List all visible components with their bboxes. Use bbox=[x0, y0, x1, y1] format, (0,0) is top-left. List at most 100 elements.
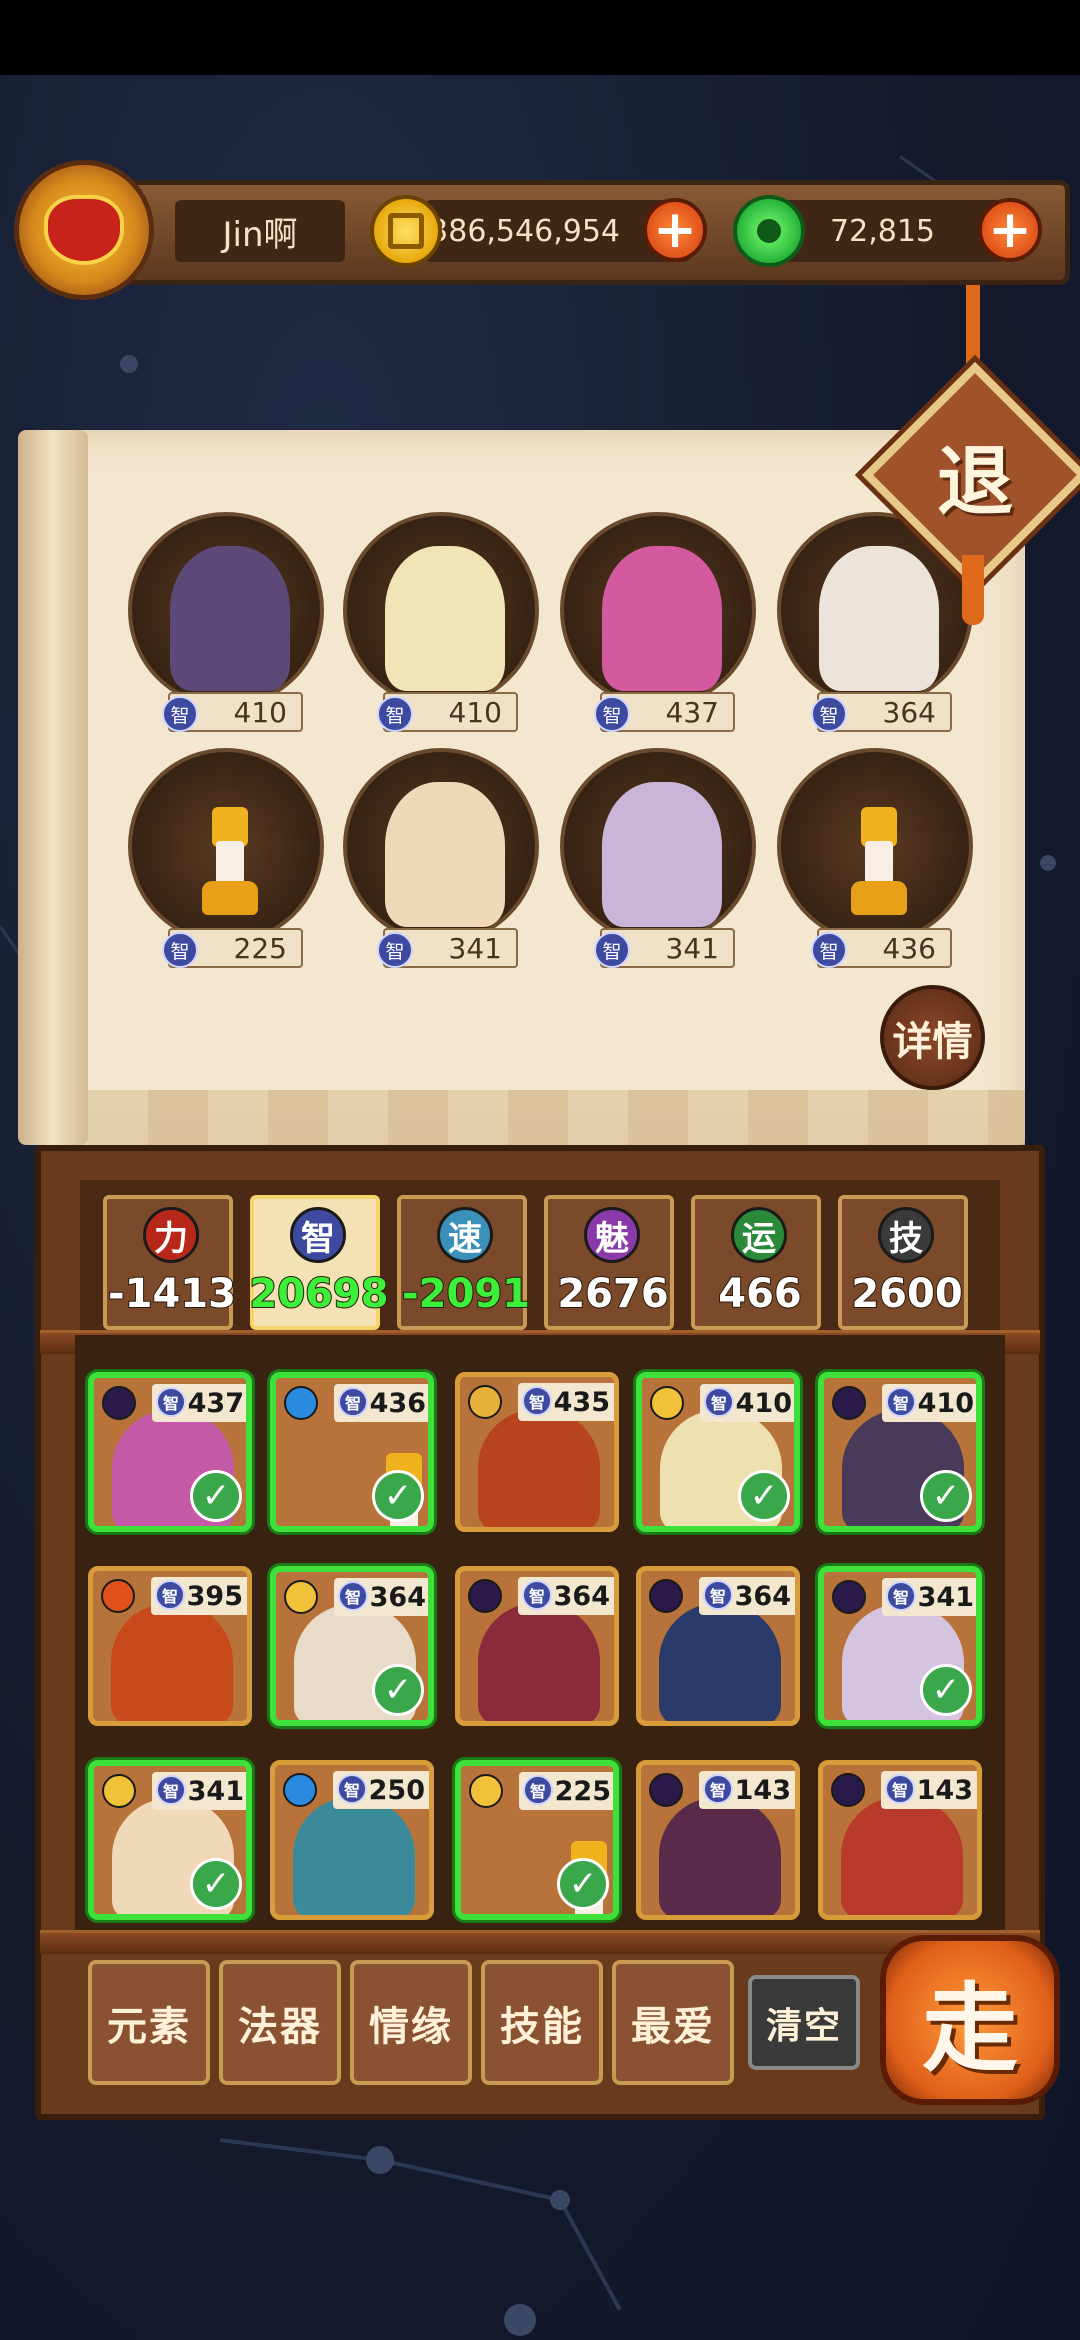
element-icon bbox=[102, 1774, 136, 1808]
status-bar bbox=[0, 0, 1080, 75]
intelligence-icon: 智 bbox=[377, 696, 413, 732]
jade-count: 72,815 bbox=[770, 200, 1005, 262]
element-icon bbox=[468, 1579, 502, 1613]
add-coins-button[interactable]: + bbox=[643, 198, 707, 262]
lineup-slot[interactable]: 智 410 bbox=[343, 512, 539, 732]
hero-card[interactable]: 智 410 ✓ bbox=[636, 1372, 800, 1532]
hero-stat-value: 410 bbox=[917, 1387, 974, 1419]
hero-card[interactable]: 智 341 ✓ bbox=[88, 1760, 252, 1920]
filter-button[interactable]: 最爱 bbox=[612, 1960, 734, 2085]
hero-card[interactable]: 智 143 bbox=[636, 1760, 800, 1920]
lineup-slot[interactable]: 智 436 bbox=[777, 748, 973, 968]
filter-button[interactable]: 法器 bbox=[219, 1960, 341, 2085]
attribute-tab[interactable]: 技 2600 bbox=[838, 1195, 968, 1330]
stat-value: 410 bbox=[448, 695, 502, 729]
intelligence-icon: 智 bbox=[885, 1774, 915, 1804]
chess-piece-icon bbox=[851, 807, 907, 917]
hero-card[interactable]: 智 250 bbox=[270, 1760, 434, 1920]
hero-card[interactable]: 智 364 bbox=[636, 1566, 800, 1726]
checkmark-icon: ✓ bbox=[738, 1470, 790, 1522]
attribute-value: -2091 bbox=[401, 1270, 531, 1318]
hero-card[interactable]: 智 437 ✓ bbox=[88, 1372, 252, 1532]
add-jade-button[interactable]: + bbox=[978, 198, 1042, 262]
attribute-tab[interactable]: 智 20698 bbox=[248, 1195, 390, 1330]
hero-portrait bbox=[659, 1603, 781, 1721]
checkmark-icon: ✓ bbox=[372, 1664, 424, 1716]
attribute-tab[interactable]: 力 -1413 bbox=[103, 1195, 237, 1330]
lineup-slot[interactable]: 智 225 bbox=[128, 748, 324, 968]
intelligence-icon: 智 bbox=[156, 1775, 186, 1805]
hero-stat-value: 395 bbox=[186, 1580, 243, 1612]
chess-piece-icon bbox=[202, 807, 258, 917]
attribute-value: 20698 bbox=[248, 1270, 389, 1318]
element-icon bbox=[283, 1773, 317, 1807]
element-icon bbox=[284, 1386, 318, 1420]
hero-card[interactable]: 智 435 bbox=[455, 1372, 619, 1532]
stat-value: 341 bbox=[448, 931, 502, 965]
hero-stat-badge: 智 410 bbox=[882, 1384, 976, 1422]
attribute-icon: 智 bbox=[290, 1207, 346, 1263]
attribute-value: -1413 bbox=[107, 1270, 237, 1318]
stat-value: 436 bbox=[882, 931, 936, 965]
filter-button[interactable]: 元素 bbox=[88, 1960, 210, 2085]
stat-value: 341 bbox=[665, 931, 719, 965]
hero-stat-value: 364 bbox=[734, 1580, 791, 1612]
hero-card[interactable]: 智 436 ✓ bbox=[270, 1372, 434, 1532]
hero-card[interactable]: 智 364 ✓ bbox=[270, 1566, 434, 1726]
hero-card[interactable]: 智 395 bbox=[88, 1566, 252, 1726]
scroll-roller bbox=[18, 430, 88, 1145]
hero-portrait bbox=[293, 1797, 415, 1915]
hero-card[interactable]: 智 410 ✓ bbox=[818, 1372, 982, 1532]
lineup-slot[interactable]: 智 437 bbox=[560, 512, 756, 732]
hero-stat-badge: 智 225 bbox=[519, 1772, 613, 1810]
go-button[interactable]: 走 bbox=[880, 1935, 1060, 2105]
intelligence-icon: 智 bbox=[522, 1580, 552, 1610]
filter-button[interactable]: 技能 bbox=[481, 1960, 603, 2085]
hero-stat-value: 341 bbox=[917, 1581, 974, 1613]
intelligence-icon: 智 bbox=[338, 1387, 368, 1417]
intelligence-icon: 智 bbox=[338, 1581, 368, 1611]
player-avatar[interactable] bbox=[14, 160, 154, 300]
tassel-end bbox=[962, 555, 984, 625]
hero-portrait bbox=[841, 1797, 963, 1915]
hero-portrait bbox=[343, 512, 539, 708]
hero-stat-value: 364 bbox=[369, 1581, 426, 1613]
hero-stat-value: 435 bbox=[553, 1386, 610, 1418]
attribute-tab[interactable]: 魅 2676 bbox=[544, 1195, 674, 1330]
hero-stat-badge: 智 364 bbox=[518, 1577, 614, 1615]
hero-stat-badge: 智 341 bbox=[152, 1772, 246, 1810]
lineup-slot[interactable]: 智 341 bbox=[560, 748, 756, 968]
attribute-icon: 力 bbox=[143, 1207, 199, 1263]
intelligence-icon: 智 bbox=[704, 1387, 734, 1417]
lineup-slot[interactable]: 智 341 bbox=[343, 748, 539, 968]
hero-card[interactable]: 智 143 bbox=[818, 1760, 982, 1920]
details-button[interactable]: 详情 bbox=[880, 985, 985, 1090]
intelligence-icon: 智 bbox=[811, 932, 847, 968]
intelligence-icon: 智 bbox=[594, 696, 630, 732]
hero-card[interactable]: 智 341 ✓ bbox=[818, 1566, 982, 1726]
hero-stat-badge: 智 437 bbox=[152, 1384, 246, 1422]
retreat-button[interactable]: 退 bbox=[895, 395, 1055, 555]
intelligence-icon: 智 bbox=[703, 1580, 733, 1610]
checkmark-icon: ✓ bbox=[920, 1470, 972, 1522]
hero-card[interactable]: 智 364 bbox=[455, 1566, 619, 1726]
attribute-tab[interactable]: 运 466 bbox=[691, 1195, 821, 1330]
intelligence-stat: 智 341 bbox=[594, 928, 735, 968]
clear-button[interactable]: 清空 bbox=[748, 1975, 860, 2070]
attribute-value: 2676 bbox=[556, 1270, 669, 1318]
element-icon bbox=[649, 1773, 683, 1807]
hero-stat-badge: 智 435 bbox=[518, 1383, 614, 1421]
hero-stat-value: 250 bbox=[368, 1774, 425, 1806]
checkmark-icon: ✓ bbox=[557, 1858, 609, 1910]
filter-button[interactable]: 情缘 bbox=[350, 1960, 472, 2085]
hero-stat-value: 225 bbox=[554, 1775, 611, 1807]
hero-stat-badge: 智 143 bbox=[881, 1771, 977, 1809]
attribute-icon: 技 bbox=[878, 1207, 934, 1263]
intelligence-icon: 智 bbox=[703, 1774, 733, 1804]
hero-card[interactable]: 智 225 ✓ bbox=[455, 1760, 619, 1920]
hero-stat-value: 143 bbox=[734, 1774, 791, 1806]
lineup-slot[interactable]: 智 410 bbox=[128, 512, 324, 732]
intelligence-stat: 智 410 bbox=[377, 692, 518, 732]
attribute-tab[interactable]: 速 -2091 bbox=[397, 1195, 531, 1330]
hero-stat-badge: 智 364 bbox=[699, 1577, 795, 1615]
